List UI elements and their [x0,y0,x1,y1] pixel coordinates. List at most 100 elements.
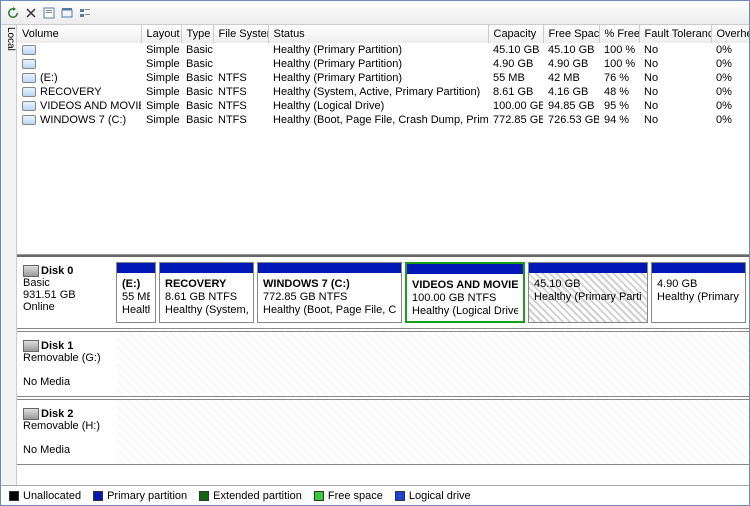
volume-row[interactable]: RECOVERYSimpleBasicNTFSHealthy (System, … [17,85,749,99]
col-header[interactable]: File System [213,25,268,43]
cell: No [639,57,711,71]
disk-label[interactable]: Disk 2Removable (H:)No Media [17,400,117,464]
cell: 94.85 GB [543,99,599,113]
partition-bar [160,263,253,273]
partition-bar [258,263,401,273]
legend-swatch [9,491,19,501]
toolbar [1,1,749,25]
cell: 48 % [599,85,639,99]
col-header[interactable]: Layout [141,25,181,43]
volume-row[interactable]: VIDEOS AND MOVIES (D:)SimpleBasicNTFSHea… [17,99,749,113]
cell: Simple [141,85,181,99]
disk-row: Disk 0Basic931.51 GBOnline (E:)55 MB NHea… [17,255,749,329]
partition-bar [407,264,523,274]
volume-icon [22,87,36,97]
cell: Basic [181,43,213,57]
cell: Basic [181,57,213,71]
partition-text: 45.10 GBHealthy (Primary Partition) [534,278,642,304]
cell: RECOVERY [17,85,141,99]
cell: Simple [141,71,181,85]
cell: 55 MB [488,71,543,85]
col-header[interactable]: Volume [17,25,141,43]
cell: 4.90 GB [543,57,599,71]
legend-item: Primary partition [93,490,187,502]
partition[interactable]: 4.90 GBHealthy (Primary Part [651,262,746,323]
disk-icon [23,340,39,352]
cell: Basic [181,71,213,85]
cell: WINDOWS 7 (C:) [17,113,141,127]
cell: 0% [711,57,749,71]
volume-row[interactable]: WINDOWS 7 (C:)SimpleBasicNTFSHealthy (Bo… [17,113,749,127]
refresh-icon[interactable] [5,5,21,21]
cell: NTFS [213,71,268,85]
disk-label[interactable]: Disk 0Basic931.51 GBOnline [17,257,113,328]
cell: 8.61 GB [488,85,543,99]
cell: 0% [711,43,749,57]
cell: 4.90 GB [488,57,543,71]
partition[interactable]: 45.10 GBHealthy (Primary Partition) [528,262,648,323]
legend-label: Unallocated [23,490,81,502]
volume-icon [22,45,36,55]
legend-label: Extended partition [213,490,302,502]
partition[interactable]: VIDEOS AND MOVIES (D:)100.00 GB NTFSHeal… [405,262,525,323]
cell: NTFS [213,99,268,113]
partition-text: (E:)55 MB NHealthy [122,278,150,317]
disk-label[interactable]: Disk 1Removable (G:)No Media [17,332,117,396]
cell: 45.10 GB [543,43,599,57]
legend-swatch [93,491,103,501]
left-tab[interactable]: Local [1,25,17,485]
cell [213,57,268,71]
volume-grid: VolumeLayoutTypeFile SystemStatusCapacit… [17,25,749,255]
partition-text: RECOVERY8.61 GB NTFSHealthy (System, Act… [165,278,248,317]
cell: Basic [181,99,213,113]
partition[interactable]: RECOVERY8.61 GB NTFSHealthy (System, Act… [159,262,254,323]
cell: Simple [141,99,181,113]
legend-item: Logical drive [395,490,471,502]
list-icon[interactable] [77,5,93,21]
view-icon[interactable] [59,5,75,21]
disk-map: Disk 0Basic931.51 GBOnline (E:)55 MB NHea… [17,255,749,485]
volume-row[interactable]: SimpleBasicHealthy (Primary Partition)45… [17,43,749,57]
legend-swatch [395,491,405,501]
cell [17,57,141,71]
cell: 42 MB [543,71,599,85]
col-header[interactable]: % Free [599,25,639,43]
col-header[interactable]: Type [181,25,213,43]
partition-text: 4.90 GBHealthy (Primary Part [657,278,740,304]
cell: 726.53 GB [543,113,599,127]
volume-row[interactable]: (E:)SimpleBasicNTFSHealthy (Primary Part… [17,71,749,85]
legend-label: Primary partition [107,490,187,502]
col-header[interactable]: Status [268,25,488,43]
col-header[interactable]: Fault Tolerance [639,25,711,43]
cell: No [639,71,711,85]
partition-text: WINDOWS 7 (C:)772.85 GB NTFSHealthy (Boo… [263,278,396,317]
disk-row: Disk 2Removable (H:)No Media [17,399,749,465]
partition-text: VIDEOS AND MOVIES (D:)100.00 GB NTFSHeal… [412,279,518,318]
cell: Healthy (Primary Partition) [268,43,488,57]
legend-swatch [314,491,324,501]
col-header[interactable]: Free Space [543,25,599,43]
cell: 100.00 GB [488,99,543,113]
properties-icon[interactable] [41,5,57,21]
cell: Healthy (Primary Partition) [268,57,488,71]
col-header[interactable]: Capacity [488,25,543,43]
cell: NTFS [213,113,268,127]
legend-item: Free space [314,490,383,502]
volume-icon [22,59,36,69]
col-header[interactable]: Overhead [711,25,749,43]
cell: 45.10 GB [488,43,543,57]
cell: 95 % [599,99,639,113]
cell: 94 % [599,113,639,127]
cell: Healthy (Primary Partition) [268,71,488,85]
close-icon[interactable] [23,5,39,21]
disk-row: Disk 1Removable (G:)No Media [17,331,749,397]
partition[interactable]: WINDOWS 7 (C:)772.85 GB NTFSHealthy (Boo… [257,262,402,323]
cell: Simple [141,113,181,127]
volume-row[interactable]: SimpleBasicHealthy (Primary Partition)4.… [17,57,749,71]
cell [17,43,141,57]
partition[interactable]: (E:)55 MB NHealthy [116,262,156,323]
cell [213,43,268,57]
cell: 0% [711,85,749,99]
cell: 0% [711,113,749,127]
cell: No [639,43,711,57]
